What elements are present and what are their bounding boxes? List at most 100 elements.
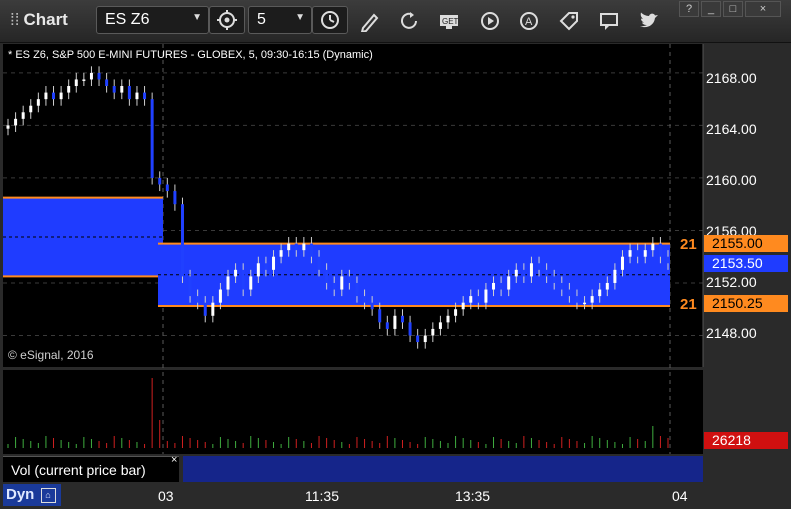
upper-range-price-tag: 2155.00 xyxy=(704,235,788,252)
y-tick-label: 2168.00 xyxy=(706,70,757,86)
candle-body xyxy=(294,243,298,251)
candle-body xyxy=(613,269,617,283)
candle-body xyxy=(567,289,571,297)
candle-body xyxy=(44,92,48,100)
candle-body xyxy=(272,256,276,270)
candle-body xyxy=(598,289,602,297)
lower-line-stub-label: 21 xyxy=(680,296,697,313)
candle-body xyxy=(545,269,549,277)
copyright-text: © eSignal, 2016 xyxy=(8,348,94,362)
candle-body xyxy=(431,328,435,336)
candle-body xyxy=(241,269,245,290)
candle-body xyxy=(620,256,624,270)
candle-body xyxy=(537,263,541,270)
candle-body xyxy=(97,72,101,80)
candle-body xyxy=(89,72,93,80)
volume-value-tag: 26218 xyxy=(704,432,788,449)
volume-label-bar xyxy=(183,456,703,482)
candle-body xyxy=(21,112,25,119)
candle-body xyxy=(347,276,351,283)
candle-body xyxy=(309,243,313,257)
candle-body xyxy=(6,125,10,129)
candle-body xyxy=(211,302,215,316)
candle-body xyxy=(651,243,655,251)
candle-body xyxy=(363,296,367,303)
candle-body xyxy=(575,296,579,303)
candle-body xyxy=(446,315,450,323)
candle-body xyxy=(218,289,222,303)
x-tick-label: 04 xyxy=(672,488,688,504)
candle-body xyxy=(378,309,382,323)
candle-body xyxy=(52,92,56,100)
candle-body xyxy=(484,289,488,303)
x-tick-label: 11:35 xyxy=(305,488,339,504)
candle-body xyxy=(143,92,147,100)
candle-body xyxy=(529,263,533,277)
candle-body xyxy=(461,302,465,310)
x-tick-label: 13:35 xyxy=(455,488,491,504)
candle-body xyxy=(150,99,154,178)
candle-body xyxy=(112,86,116,93)
candle-body xyxy=(355,282,359,297)
candle-body xyxy=(454,309,458,316)
candle-body xyxy=(226,276,230,290)
candle-body xyxy=(552,276,556,283)
candle-body xyxy=(279,250,283,257)
candle-body xyxy=(264,263,268,270)
candle-body xyxy=(332,282,336,290)
candle-body xyxy=(393,315,397,329)
candle-body xyxy=(476,296,480,303)
candle-body xyxy=(29,105,33,113)
candle-body xyxy=(196,296,200,303)
candle-body xyxy=(74,79,78,87)
candle-body xyxy=(590,296,594,303)
candle-body xyxy=(666,256,670,264)
candle-body xyxy=(203,302,207,316)
candle-body xyxy=(499,282,503,290)
candle-body xyxy=(82,79,86,81)
current-price-tag: 2153.50 xyxy=(704,255,788,272)
candle-body xyxy=(173,191,177,205)
candle-body xyxy=(583,302,587,305)
candle-body xyxy=(340,276,344,290)
candle-body xyxy=(400,315,404,323)
candle-body xyxy=(256,263,260,277)
y-tick-label: 2160.00 xyxy=(706,172,757,188)
candle-body xyxy=(36,99,40,106)
close-study-icon[interactable]: × xyxy=(171,454,177,466)
upper-line-stub-label: 21 xyxy=(680,236,697,253)
candle-body xyxy=(234,269,238,277)
candle-body xyxy=(469,296,473,303)
candle-body xyxy=(59,92,63,100)
candle-body xyxy=(636,250,640,257)
candle-body xyxy=(180,204,184,277)
candle-body xyxy=(120,86,124,93)
y-tick-label: 2152.00 xyxy=(706,274,757,290)
y-tick-label: 2148.00 xyxy=(706,325,757,341)
candle-body xyxy=(628,250,632,257)
candle-body xyxy=(492,282,496,290)
candle-body xyxy=(105,79,109,87)
candle-body xyxy=(605,282,609,290)
lock-icon[interactable]: ⌂ xyxy=(40,487,56,503)
y-tick-label: 2164.00 xyxy=(706,121,757,137)
candle-body xyxy=(643,250,647,257)
candle-body xyxy=(249,276,253,290)
candle-body xyxy=(514,269,518,277)
candle-body xyxy=(385,322,389,329)
candle-body xyxy=(317,256,321,270)
candle-body xyxy=(522,269,526,277)
candle-body xyxy=(14,118,18,126)
candle-body xyxy=(67,86,71,93)
price-chart[interactable] xyxy=(0,0,791,509)
candle-body xyxy=(370,302,374,310)
chart-header: * ES Z6, S&P 500 E-MINI FUTURES - GLOBEX… xyxy=(8,49,373,61)
dynamic-mode-button[interactable]: Dyn ⌂ xyxy=(3,484,61,506)
candle-body xyxy=(188,276,192,297)
candle-body xyxy=(325,269,329,283)
volume-study-label[interactable]: Vol (current price bar) xyxy=(3,456,179,482)
candle-body xyxy=(302,243,306,251)
x-tick-label: 03 xyxy=(158,488,174,504)
candle-body xyxy=(507,276,511,290)
candle-body xyxy=(416,335,420,343)
